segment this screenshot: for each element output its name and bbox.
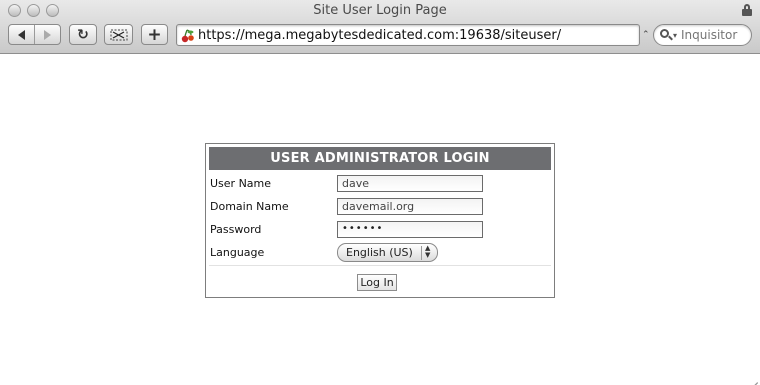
- search-field[interactable]: ▾: [653, 24, 752, 46]
- reload-icon: ↻: [77, 26, 89, 43]
- cherry-icon: [181, 29, 194, 43]
- forward-button[interactable]: [34, 25, 60, 44]
- add-bookmark-button[interactable]: +: [141, 24, 168, 45]
- divider: [209, 265, 551, 266]
- password-row: Password ••••••: [210, 220, 550, 240]
- back-arrow-icon: [18, 29, 26, 40]
- domain-field[interactable]: [337, 198, 483, 215]
- plus-icon: +: [147, 24, 162, 45]
- resize-grip-icon[interactable]: [746, 371, 758, 385]
- updown-arrows-icon: ▲ ▼: [425, 244, 431, 259]
- password-label: Password: [210, 223, 262, 236]
- language-row: Language English (US) ▲ ▼: [210, 243, 550, 263]
- back-forward-group: [8, 24, 61, 45]
- reload-button[interactable]: ↻: [69, 24, 97, 45]
- chevron-up-icon[interactable]: ⌃: [642, 30, 650, 40]
- chevron-down-icon[interactable]: ▾: [673, 31, 677, 40]
- language-value: English (US): [346, 246, 413, 259]
- domain-row: Domain Name: [210, 197, 550, 217]
- lock-icon: [742, 4, 752, 16]
- language-label: Language: [210, 246, 265, 259]
- snip-button[interactable]: [104, 24, 133, 45]
- address-bar[interactable]: https://mega.megabytesdedicated.com:1963…: [176, 24, 640, 46]
- magnifier-icon: [660, 29, 673, 41]
- url-text: https://mega.megabytesdedicated.com:1963…: [198, 28, 562, 43]
- search-input[interactable]: [681, 27, 749, 43]
- login-title: USER ADMINISTRATOR LOGIN: [209, 147, 551, 170]
- username-label: User Name: [210, 177, 272, 190]
- back-button[interactable]: [9, 25, 34, 44]
- language-select[interactable]: English (US) ▲ ▼: [337, 243, 438, 262]
- browser-toolbar: Site User Login Page ↻ + https://mega.me…: [0, 0, 760, 54]
- username-row: User Name: [210, 174, 550, 194]
- login-button[interactable]: Log In: [357, 274, 397, 291]
- login-panel: USER ADMINISTRATOR LOGIN User Name Domai…: [205, 143, 555, 298]
- forward-arrow-icon: [44, 29, 52, 40]
- username-field[interactable]: [337, 175, 483, 192]
- window-title: Site User Login Page: [313, 3, 447, 18]
- domain-label: Domain Name: [210, 200, 289, 213]
- password-field[interactable]: ••••••: [337, 221, 483, 238]
- scissors-icon: [110, 29, 127, 40]
